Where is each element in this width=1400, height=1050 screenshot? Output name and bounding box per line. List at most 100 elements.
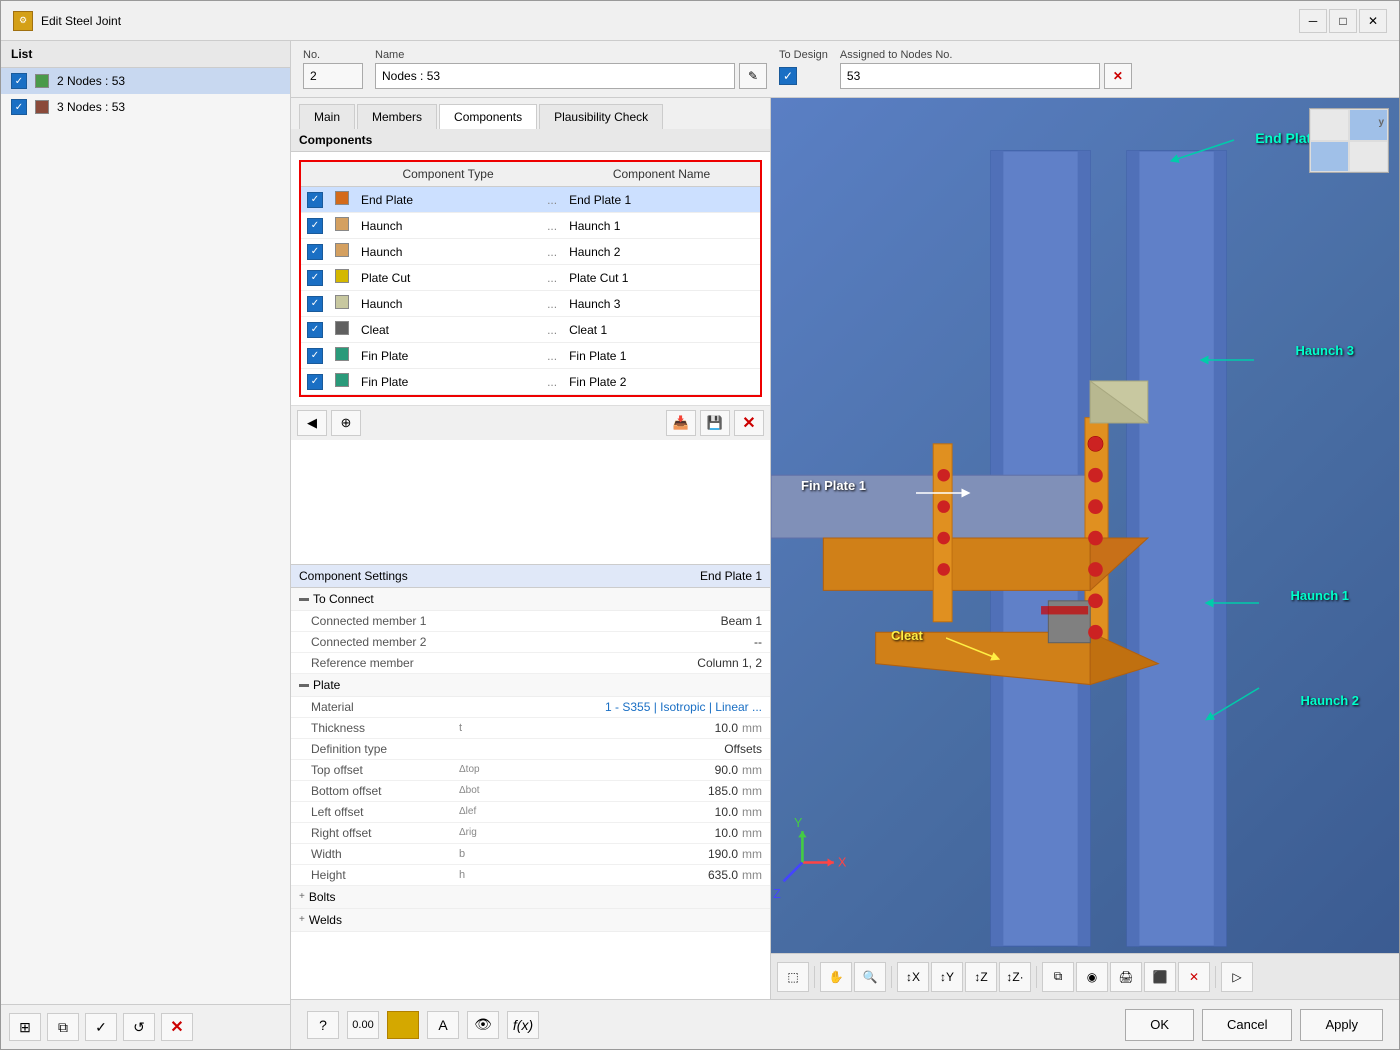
footer-zero-btn[interactable]: 0.00 [347,1011,379,1039]
footer-formula-btn[interactable]: f(x) [507,1011,539,1039]
footer-help-btn[interactable]: ? [307,1011,339,1039]
comp-dots[interactable]: ... [541,187,563,213]
tab-plausibility[interactable]: Plausibility Check [539,104,663,129]
comp-checkbox[interactable]: ✓ [301,239,329,265]
settings-panel: Component Settings End Plate 1 ▬ To Conn… [291,564,770,1000]
material-value[interactable]: 1 - S355 | Isotropic | Linear ... [491,697,770,718]
comp-checkbox[interactable]: ✓ [301,343,329,369]
comp-checkbox[interactable]: ✓ [301,213,329,239]
comp-dots[interactable]: ... [541,265,563,291]
plate-table: Material 1 - S355 | Isotropic | Linear .… [291,697,770,886]
member2-sym [451,631,491,652]
components-table: Component Type Component Name ✓ [301,162,760,395]
component-row[interactable]: ✓ Fin Plate ... Fin Plate 1 [301,343,760,369]
tab-members[interactable]: Members [357,104,437,129]
member2-row: Connected member 2 -- [291,631,770,652]
vp-select-btn[interactable]: ⬚ [777,962,809,992]
minimap[interactable]: y [1309,108,1389,173]
width-row: Width b 190.0mm [291,843,770,864]
fin-plate-arrow [916,478,976,508]
sidebar-delete-button[interactable]: ✕ [161,1013,193,1041]
list-left-btn[interactable]: ◀ [297,410,327,436]
end-plate-arrow [1164,130,1244,170]
component-row[interactable]: ✓ Haunch ... Haunch 1 [301,213,760,239]
viewport[interactable]: X Y Z End Plate [771,98,1399,999]
to-design-checkbox[interactable]: ✓ [779,67,797,85]
vp-copy-view-btn[interactable]: ⧉ [1042,962,1074,992]
vp-settings-btn[interactable]: ▷ [1221,962,1253,992]
viewport-toolbar: ⬚ ✋ 🔍 ↕X ↕Y ↕Z ↕Z· ⧉ ◉ 🖨 [771,953,1399,999]
close-button[interactable]: ✕ [1359,9,1387,33]
component-row[interactable]: ✓ Plate Cut ... Plate Cut 1 [301,265,760,291]
thickness-row: Thickness t 10.0mm [291,717,770,738]
tab-components[interactable]: Components [439,104,537,129]
vp-zoom-btn[interactable]: 🔍 [854,962,886,992]
cancel-button[interactable]: Cancel [1202,1009,1292,1041]
sidebar-checkbox-2[interactable]: ✓ [11,99,27,115]
comp-checkbox[interactable]: ✓ [301,317,329,343]
vp-print2-btn[interactable]: ⬛ [1144,962,1176,992]
bolts-header[interactable]: + Bolts [291,886,770,909]
component-row[interactable]: ✓ Haunch ... Haunch 3 [301,291,760,317]
left-offset-row: Left offset Δlef 10.0mm [291,801,770,822]
comp-dots[interactable]: ... [541,213,563,239]
definition-type-sym [451,738,491,759]
sidebar-item-1[interactable]: ✓ 2 Nodes : 53 [1,68,290,94]
to-connect-header[interactable]: ▬ To Connect [291,588,770,611]
comp-name: Haunch 2 [563,239,760,265]
component-list-container: Component Type Component Name ✓ [291,152,770,405]
vp-cancel-btn[interactable]: ✕ [1178,962,1210,992]
sidebar-checkbox-1[interactable]: ✓ [11,73,27,89]
list-add-btn[interactable]: ⊕ [331,410,361,436]
plate-header[interactable]: ▬ Plate [291,674,770,697]
assigned-label: Assigned to Nodes No. [840,49,1132,61]
comp-checkbox[interactable]: ✓ [301,369,329,395]
sidebar-add-button[interactable]: ⊞ [9,1013,41,1041]
comp-checkbox[interactable]: ✓ [301,265,329,291]
vp-move-btn[interactable]: ✋ [820,962,852,992]
footer-text-btn[interactable]: A [427,1011,459,1039]
sidebar-copy-button[interactable]: ⧉ [47,1013,79,1041]
comp-dots[interactable]: ... [541,369,563,395]
component-row[interactable]: ✓ Fin Plate ... Fin Plate 2 [301,369,760,395]
component-row[interactable]: ✓ End Plate ... End Plate 1 [301,187,760,213]
width-label: Width [291,843,451,864]
comp-checkbox[interactable]: ✓ [301,291,329,317]
list-import-btn[interactable]: 📥 [666,410,696,436]
comp-dots[interactable]: ... [541,317,563,343]
vp-x-btn[interactable]: ↕X [897,962,929,992]
sidebar-item-2[interactable]: ✓ 3 Nodes : 53 [1,94,290,120]
component-row[interactable]: ✓ Cleat ... Cleat 1 [301,317,760,343]
name-input[interactable] [375,63,735,89]
vp-xz-btn[interactable]: ↕Z· [999,962,1031,992]
footer-color-btn[interactable] [387,1011,419,1039]
name-edit-button[interactable]: ✎ [739,63,767,89]
settings-header: Component Settings End Plate 1 [291,565,770,588]
tab-main[interactable]: Main [299,104,355,129]
ok-button[interactable]: OK [1125,1009,1194,1041]
footer-eye-btn[interactable]: 👁 [467,1011,499,1039]
apply-button[interactable]: Apply [1300,1009,1383,1041]
maximize-button[interactable]: □ [1329,9,1357,33]
window-title: Edit Steel Joint [41,14,121,28]
sidebar-check-button[interactable]: ✓ [85,1013,117,1041]
comp-checkbox[interactable]: ✓ [301,187,329,213]
comp-dots[interactable]: ... [541,343,563,369]
vp-render-btn[interactable]: ◉ [1076,962,1108,992]
assigned-input[interactable] [840,63,1100,89]
minimize-button[interactable]: ─ [1299,9,1327,33]
comp-dots[interactable]: ... [541,291,563,317]
assigned-delete-button[interactable]: ✕ [1104,63,1132,89]
vp-z-btn[interactable]: ↕Z [965,962,997,992]
welds-header[interactable]: + Welds [291,909,770,932]
no-input[interactable] [303,63,363,89]
vp-y-btn[interactable]: ↕Y [931,962,963,992]
comp-dots[interactable]: ... [541,239,563,265]
component-row[interactable]: ✓ Haunch ... Haunch 2 [301,239,760,265]
list-save-btn[interactable]: 💾 [700,410,730,436]
sidebar-reset-button[interactable]: ↺ [123,1013,155,1041]
list-delete-btn[interactable]: ✕ [734,410,764,436]
material-label: Material [291,697,451,718]
vp-print-btn[interactable]: 🖨 [1110,962,1142,992]
member1-value: Beam 1 [491,611,770,632]
